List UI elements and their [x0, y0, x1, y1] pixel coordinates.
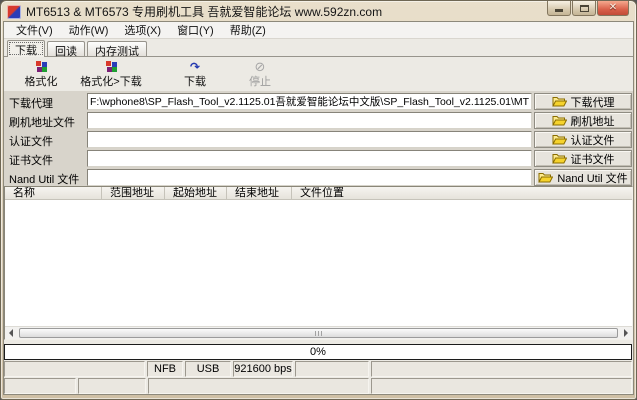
maximize-icon	[580, 5, 589, 12]
app-icon	[7, 5, 21, 19]
download-agent-label: 下载代理	[9, 95, 53, 111]
stop-icon: ⊘	[255, 61, 266, 73]
download-arrow-icon: ↷	[190, 61, 200, 73]
menu-item-help[interactable]: 帮助(Z)	[222, 21, 274, 39]
nand-util-file-browse-button[interactable]: Nand Util 文件	[534, 169, 632, 186]
format-icon	[35, 61, 48, 73]
nand-util-file-label: Nand Util 文件	[9, 171, 79, 187]
status-panel-blank5	[78, 378, 146, 394]
download-agent-row: 下载代理 下载代理	[4, 93, 633, 110]
nand-util-file-browse-label: Nand Util 文件	[557, 170, 627, 186]
download-agent-browse-button[interactable]: 下载代理	[534, 93, 632, 110]
folder-icon	[552, 96, 567, 107]
minimize-icon	[555, 9, 563, 12]
file-form: 下载代理 下载代理 刷机地址文件 刷机地址 认证文件	[4, 91, 633, 186]
nand-util-file-input[interactable]	[87, 169, 532, 186]
statusbar-row2	[4, 378, 632, 394]
tab-download[interactable]: 下载	[7, 40, 45, 57]
folder-icon	[552, 134, 567, 145]
progress-percent: 0%	[310, 346, 326, 358]
nand-util-file-row: Nand Util 文件 Nand Util 文件	[4, 169, 633, 186]
table-header-row: 名称 范围地址 起始地址 结束地址 文件位置	[5, 187, 632, 200]
column-header-end-address[interactable]: 结束地址	[227, 187, 292, 200]
tab-memory-test[interactable]: 内存测试	[87, 41, 147, 56]
auth-file-input[interactable]	[87, 131, 532, 148]
format-download-icon	[105, 61, 118, 73]
scrollbar-grip-icon	[315, 331, 323, 336]
scatter-file-input[interactable]	[87, 112, 532, 129]
table-body-empty[interactable]	[5, 200, 632, 326]
cert-file-browse-label: 证书文件	[571, 151, 615, 167]
status-panel-blank1	[4, 361, 145, 377]
folder-icon	[552, 153, 567, 164]
scroll-left-icon	[9, 329, 13, 337]
scatter-file-browse-button[interactable]: 刷机地址	[534, 112, 632, 129]
scatter-file-row: 刷机地址文件 刷机地址	[4, 112, 633, 129]
status-panel-blank3	[371, 361, 632, 377]
folder-icon	[552, 115, 567, 126]
menu-item-action[interactable]: 动作(W)	[61, 21, 117, 39]
close-button[interactable]: ✕	[597, 1, 629, 16]
toolbar: 格式化 格式化>下载 ↷ 下载 ⊘ 停止	[4, 58, 633, 91]
tabstrip: 下载 回读 内存测试	[4, 39, 633, 57]
window-controls: ✕	[546, 1, 629, 16]
auth-file-browse-label: 认证文件	[571, 132, 615, 148]
status-panel-blank4	[4, 378, 76, 394]
status-panel-baudrate: 921600 bps	[233, 361, 293, 377]
status-panel-usb: USB	[185, 361, 231, 377]
window-title: MT6513 & MT6573 专用刷机工具 吾就爱智能论坛 www.592zn…	[26, 3, 382, 20]
menu-item-options[interactable]: 选项(X)	[116, 21, 169, 39]
image-list-table: 名称 范围地址 起始地址 结束地址 文件位置	[4, 186, 633, 340]
menu-item-window[interactable]: 窗口(Y)	[169, 21, 222, 39]
format-download-button-label: 格式化>下载	[80, 76, 141, 88]
download-button[interactable]: ↷ 下载	[167, 60, 223, 89]
app-window: MT6513 & MT6573 专用刷机工具 吾就爱智能论坛 www.592zn…	[0, 0, 637, 400]
column-header-region-address[interactable]: 范围地址	[102, 187, 165, 200]
download-tab-page: 格式化 格式化>下载 ↷ 下载 ⊘ 停止 下载代理	[4, 58, 633, 394]
format-button-label: 格式化	[25, 76, 58, 88]
maximize-button[interactable]	[572, 1, 596, 16]
stop-button-label: 停止	[249, 76, 271, 88]
scatter-file-label: 刷机地址文件	[9, 114, 75, 130]
tab-readback[interactable]: 回读	[47, 41, 85, 56]
format-button[interactable]: 格式化	[10, 60, 72, 89]
column-header-file-location[interactable]: 文件位置	[292, 187, 632, 200]
cert-file-row: 证书文件 证书文件	[4, 150, 633, 167]
minimize-button[interactable]	[547, 1, 571, 16]
titlebar[interactable]: MT6513 & MT6573 专用刷机工具 吾就爱智能论坛 www.592zn…	[1, 1, 636, 22]
format-download-button[interactable]: 格式化>下载	[70, 60, 152, 89]
scroll-right-icon	[624, 329, 628, 337]
download-agent-browse-label: 下载代理	[571, 94, 615, 110]
statusbar-row1: NFB USB 921600 bps	[4, 361, 632, 377]
status-panel-nfb: NFB	[147, 361, 183, 377]
progress-bar: 0%	[4, 344, 632, 360]
cert-file-label: 证书文件	[9, 152, 53, 168]
stop-button[interactable]: ⊘ 停止	[232, 60, 288, 89]
auth-file-browse-button[interactable]: 认证文件	[534, 131, 632, 148]
cert-file-browse-button[interactable]: 证书文件	[534, 150, 632, 167]
auth-file-row: 认证文件 认证文件	[4, 131, 633, 148]
folder-icon	[538, 172, 553, 183]
status-panel-blank6	[148, 378, 369, 394]
download-agent-input[interactable]	[87, 93, 532, 110]
horizontal-scrollbar[interactable]	[5, 326, 632, 339]
close-icon: ✕	[609, 3, 617, 13]
column-header-begin-address[interactable]: 起始地址	[165, 187, 227, 200]
status-panel-blank7	[371, 378, 632, 394]
cert-file-input[interactable]	[87, 150, 532, 167]
scrollbar-thumb[interactable]	[19, 328, 618, 338]
column-header-name[interactable]: 名称	[5, 187, 102, 200]
scatter-file-browse-label: 刷机地址	[571, 113, 615, 129]
auth-file-label: 认证文件	[9, 133, 53, 149]
scroll-right-button[interactable]	[620, 327, 632, 339]
menubar: 文件(V) 动作(W) 选项(X) 窗口(Y) 帮助(Z)	[4, 22, 633, 39]
scroll-left-button[interactable]	[5, 327, 17, 339]
download-button-label: 下载	[184, 76, 206, 88]
client-area: 文件(V) 动作(W) 选项(X) 窗口(Y) 帮助(Z) 下载 回读 内存测试…	[4, 22, 633, 394]
status-panel-blank2	[295, 361, 369, 377]
menu-item-file[interactable]: 文件(V)	[8, 21, 61, 39]
